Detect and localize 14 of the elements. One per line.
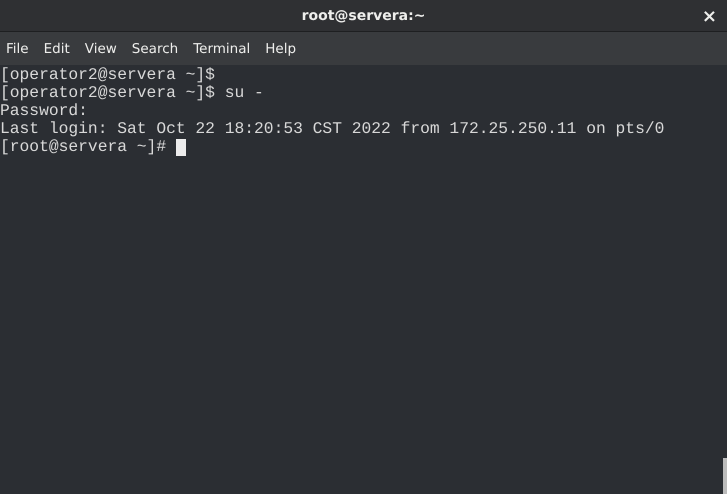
menu-item[interactable]: Edit	[38, 40, 76, 56]
menu-item[interactable]: Terminal	[187, 40, 256, 56]
close-button[interactable]: ×	[696, 4, 723, 29]
scrollbar-thumb[interactable]	[723, 458, 727, 494]
terminal-line: Last login: Sat Oct 22 18:20:53 CST 2022 from 172.25.250.11 on pts/0	[0, 120, 664, 138]
menu-item[interactable]: File	[0, 40, 35, 56]
terminal-line: [operator2@servera ~]$	[0, 66, 215, 84]
terminal-line: [root@servera ~]#	[0, 138, 166, 156]
menu-item[interactable]: View	[78, 40, 123, 56]
terminal-line: [operator2@servera ~]$ su -	[0, 84, 264, 102]
menu-item[interactable]: Help	[259, 40, 302, 56]
menu-item[interactable]: Search	[126, 40, 184, 56]
window-title: root@servera:~	[302, 8, 426, 24]
terminal-line: Password:	[0, 102, 88, 120]
